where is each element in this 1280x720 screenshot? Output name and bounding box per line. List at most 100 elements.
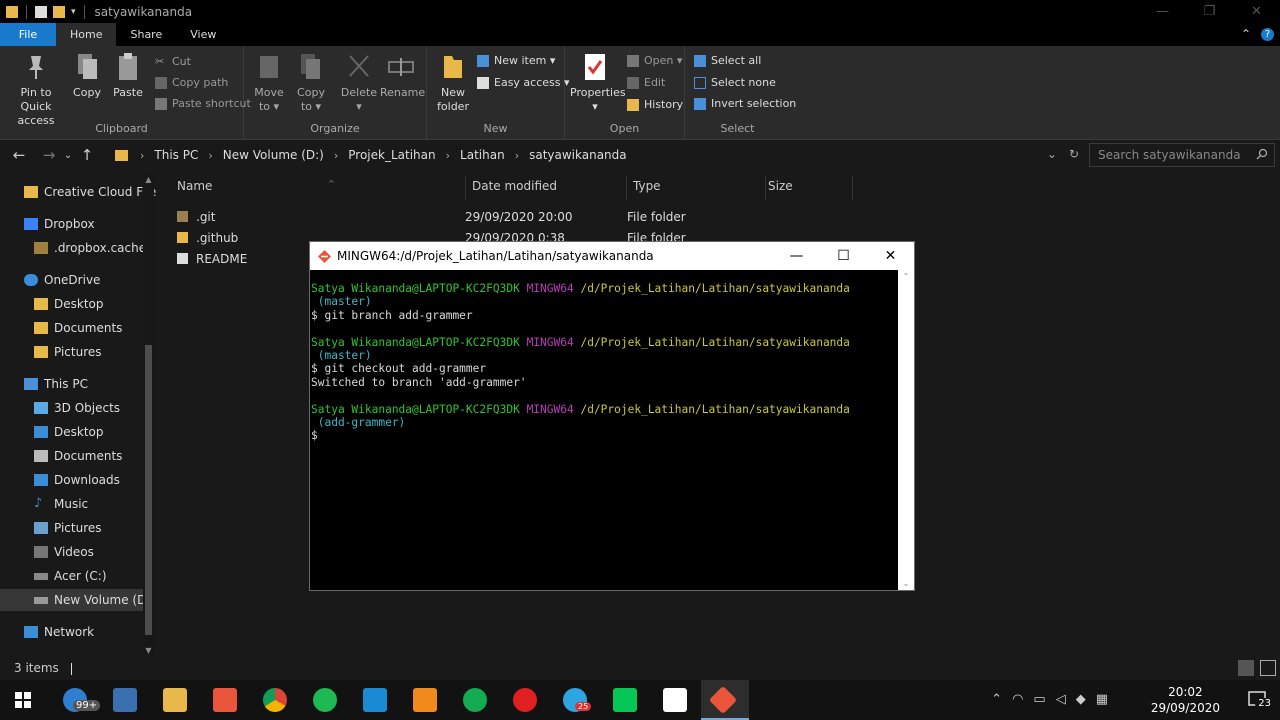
chevron-up-icon[interactable]: ⌃ (991, 692, 1002, 707)
scroll-down-icon[interactable]: ▼ (143, 646, 154, 655)
column-header-size[interactable]: Size (761, 176, 853, 200)
breadcrumb-separator[interactable]: › (334, 149, 338, 162)
spotify-icon[interactable] (313, 688, 337, 712)
select-all-button[interactable]: Select all (694, 54, 761, 67)
nav-item-pictures[interactable]: Pictures (34, 517, 102, 539)
battery-icon[interactable]: ▭ (1033, 692, 1045, 707)
nav-item-music[interactable]: ♪ Music (34, 493, 88, 515)
nav-item-videos[interactable]: Videos (34, 541, 94, 563)
dropbox-tray-icon[interactable]: ◆ (1076, 692, 1086, 707)
breadcrumb-separator[interactable]: › (515, 149, 519, 162)
maximize-icon[interactable]: ☐ (820, 242, 867, 270)
address-history-icon[interactable]: ⌄ (1047, 147, 1057, 161)
help-icon[interactable]: ? (1261, 28, 1274, 41)
forward-icon[interactable]: → (37, 146, 61, 164)
tab-file[interactable]: File (0, 23, 56, 46)
nav-item-onedrive-pictures[interactable]: Pictures (34, 341, 102, 363)
nav-item-onedrive-desktop[interactable]: Desktop (34, 293, 104, 315)
store-icon[interactable] (113, 688, 137, 712)
breadcrumb-projek-latihan[interactable]: Projek_Latihan (348, 148, 435, 162)
volume-icon[interactable]: ◁ (1056, 692, 1066, 707)
nav-item-acer-c[interactable]: Acer (C:) (34, 565, 107, 587)
chrome-icon[interactable] (263, 688, 287, 712)
terminal-title-bar[interactable]: MINGW64:/d/Projek_Latihan/Latihan/satyaw… (310, 242, 914, 270)
properties-icon[interactable] (35, 5, 47, 18)
delete-button[interactable]: Delete ▾ (340, 52, 378, 114)
recent-locations-icon[interactable]: ⌄ (61, 150, 75, 161)
tab-share[interactable]: Share (116, 23, 176, 46)
column-header-date[interactable]: Date modified (465, 176, 627, 200)
nav-pane-scrollbar[interactable]: ▲ ▼ (143, 175, 154, 655)
nav-item-new-volume-d[interactable]: New Volume (D:) (0, 589, 155, 611)
select-none-button[interactable]: Select none (694, 76, 776, 89)
nav-item-documents[interactable]: Documents (34, 445, 122, 467)
history-button[interactable]: History (627, 98, 683, 111)
pin-to-quick-access-button[interactable]: Pin to Quick access (6, 52, 66, 128)
tab-view[interactable]: View (176, 23, 230, 46)
properties-button[interactable]: Properties ▾ (570, 52, 626, 114)
column-header-type[interactable]: Type (626, 176, 766, 200)
breadcrumb-separator[interactable]: › (446, 149, 450, 162)
nav-item-onedrive-documents[interactable]: Documents (34, 317, 122, 339)
back-icon[interactable]: ← (7, 146, 31, 164)
invert-selection-button[interactable]: Invert selection (694, 97, 796, 110)
youtube-icon[interactable] (513, 688, 537, 712)
collapse-ribbon-icon[interactable]: ⌃ (1241, 23, 1251, 46)
file-explorer-icon[interactable] (163, 688, 187, 712)
new-folder-icon[interactable] (53, 5, 65, 18)
notification-center-icon[interactable]: 23 (1246, 688, 1274, 712)
breadcrumb-satyawikananda[interactable]: satyawikananda (529, 148, 627, 162)
notion-icon[interactable] (663, 688, 687, 712)
search-input[interactable]: Search satyawikananda (1089, 143, 1275, 167)
terminal-window[interactable]: MINGW64:/d/Projek_Latihan/Latihan/satyaw… (309, 241, 915, 591)
vscode-icon[interactable] (363, 688, 387, 712)
mongodb-icon[interactable] (463, 688, 487, 712)
nav-item-this-pc[interactable]: This PC (24, 373, 88, 395)
minimize-icon[interactable]: — (773, 242, 820, 270)
breadcrumb-this-pc[interactable]: This PC (154, 148, 198, 162)
copy-to-button[interactable]: Copy to ▾ (292, 52, 330, 114)
address-bar[interactable]: › This PC › New Volume (D:) › Projek_Lat… (106, 143, 1086, 167)
edit-button[interactable]: Edit (627, 76, 665, 89)
copy-button[interactable]: Copy (72, 52, 102, 100)
copy-path-button[interactable]: Copy path (155, 76, 228, 89)
paste-button[interactable]: Paste (112, 52, 144, 100)
scroll-up-icon[interactable]: ▲ (143, 175, 154, 184)
open-button[interactable]: Open ▾ (627, 54, 682, 67)
close-icon[interactable]: ✕ (1233, 0, 1280, 23)
taskbar-active-app[interactable] (701, 680, 749, 720)
file-row[interactable]: .git 29/09/2020 20:00 File folder (177, 206, 767, 227)
breadcrumb-separator[interactable]: › (140, 149, 144, 162)
windows-start-icon[interactable] (15, 692, 31, 708)
move-to-button[interactable]: Move to ▾ (250, 52, 288, 114)
breadcrumb-separator[interactable]: › (208, 149, 212, 162)
up-icon[interactable]: ↑ (75, 146, 99, 164)
tab-home[interactable]: Home (56, 23, 117, 46)
wifi-icon[interactable]: ◠ (1012, 692, 1023, 707)
line-icon[interactable] (613, 688, 637, 712)
xampp-icon[interactable] (213, 688, 237, 712)
nav-item-network[interactable]: Network (24, 621, 94, 643)
nav-item-dropbox-cache[interactable]: .dropbox.cache (34, 237, 146, 259)
maximize-icon[interactable]: ❐ (1186, 0, 1233, 23)
nav-item-dropbox[interactable]: Dropbox (24, 213, 95, 235)
refresh-icon[interactable]: ↻ (1069, 147, 1079, 161)
keyboard-icon[interactable]: ▦ (1096, 692, 1108, 707)
nav-item-onedrive[interactable]: OneDrive (24, 269, 100, 291)
search-icon[interactable] (1256, 148, 1268, 160)
paste-shortcut-button[interactable]: Paste shortcut (155, 97, 251, 110)
scroll-thumb[interactable] (145, 345, 152, 635)
column-header-name[interactable]: Name ^ (170, 176, 466, 200)
cut-button[interactable]: ✂ Cut (155, 55, 191, 68)
breadcrumb-new-volume[interactable]: New Volume (D:) (223, 148, 324, 162)
terminal-output[interactable]: Satya Wikananda@LAPTOP-KC2FQ3DK MINGW64 … (310, 270, 898, 590)
nav-item-downloads[interactable]: Downloads (34, 469, 120, 491)
scroll-up-icon[interactable]: ⌃ (898, 272, 914, 281)
nav-item-3d-objects[interactable]: 3D Objects (34, 397, 120, 419)
clock[interactable]: 20:02 29/09/2020 (1151, 684, 1220, 716)
scroll-down-icon[interactable]: ⌄ (898, 579, 914, 588)
close-icon[interactable]: ✕ (867, 242, 914, 270)
chevron-down-icon[interactable]: ▾ (71, 7, 76, 17)
vlc-icon[interactable] (413, 688, 437, 712)
nav-item-creative-cloud[interactable]: Creative Cloud File (24, 181, 156, 203)
